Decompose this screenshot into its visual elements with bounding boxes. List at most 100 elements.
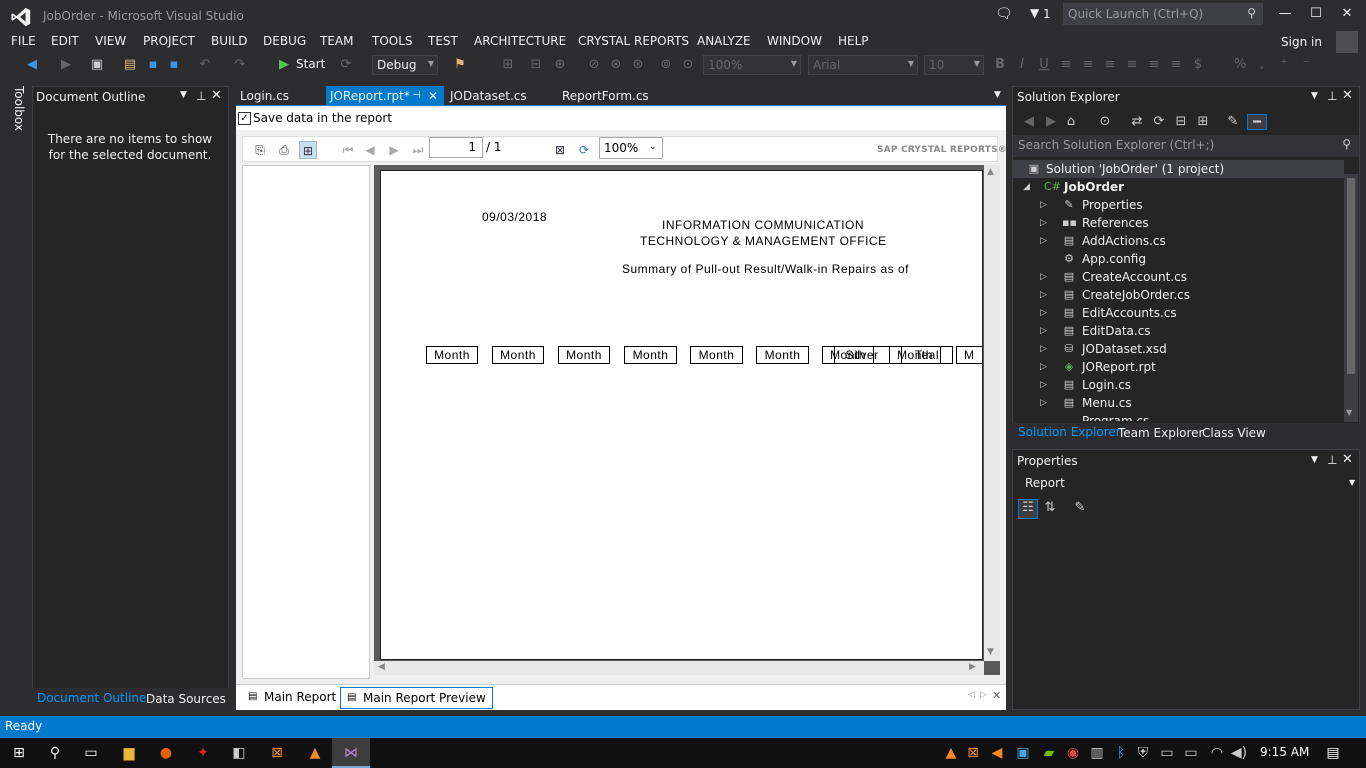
zoom-select[interactable]: 100% ⌄ (599, 137, 663, 159)
tray-vlc-icon[interactable]: ▲ (940, 743, 962, 763)
find-in-files-icon[interactable]: ⚑ (452, 57, 468, 73)
menu-file[interactable]: FILE (11, 32, 36, 50)
menu-help[interactable]: HELP (838, 32, 869, 50)
switch-views-icon[interactable]: ⇄ (1129, 114, 1145, 130)
quick-launch-input[interactable]: Quick Launch (Ctrl+Q) ⚲ (1063, 3, 1263, 25)
export-icon[interactable]: ⎘ (251, 141, 269, 159)
bluetooth-icon[interactable]: ᛒ (1110, 743, 1132, 763)
group-icon[interactable]: ⊟ (528, 57, 544, 73)
select-expert-icon[interactable]: ⊚ (658, 57, 674, 73)
properties-object-select[interactable]: Report ▼ (1013, 472, 1359, 494)
save-all-icon[interactable]: ▪ (166, 57, 182, 73)
close-window-button[interactable]: ✕ (1332, 4, 1362, 24)
back-icon[interactable]: ◀ (1021, 114, 1037, 130)
pin-icon[interactable]: ⊥ (1327, 89, 1337, 103)
menu-project[interactable]: PROJECT (143, 32, 195, 50)
windows-start-icon[interactable]: ⊞ (8, 743, 30, 763)
scroll-right-icon[interactable]: ▶ (969, 662, 976, 672)
media-icon[interactable]: ◧ (228, 743, 250, 763)
scroll-left-icon[interactable]: ◀ (378, 662, 385, 672)
tab-main-report-preview[interactable]: ▤ Main Report Preview (340, 687, 493, 709)
pin-icon[interactable]: ⊥ (1327, 453, 1337, 467)
align-center-icon[interactable]: ≡ (1080, 57, 1096, 73)
report-vertical-scrollbar[interactable]: ▲ ▼ (984, 165, 1000, 661)
solution-configuration-select[interactable]: Debug ▼ (372, 55, 438, 75)
tree-item[interactable]: Program.cs (1082, 412, 1149, 421)
minimize-button[interactable]: — (1270, 4, 1300, 24)
report-horizontal-scrollbar[interactable]: ◀ ▶ (374, 661, 984, 675)
project-node[interactable]: JobOrder (1064, 178, 1124, 196)
thousands-icon[interactable]: , (1254, 57, 1270, 73)
decrease-decimal-icon[interactable]: ⁻ (1298, 57, 1314, 73)
pin-icon[interactable]: ⊣ (412, 86, 421, 106)
tree-item[interactable]: References (1082, 214, 1149, 232)
tree-item[interactable]: AddActions.cs (1082, 232, 1166, 250)
tab-jodataset-cs[interactable]: JODataset.cs (446, 86, 546, 106)
menu-view[interactable]: VIEW (95, 32, 126, 50)
underline-icon[interactable]: U (1036, 57, 1052, 73)
filter-icon[interactable]: ⊛ (630, 57, 646, 73)
open-file-icon[interactable]: ▤ (122, 57, 138, 73)
property-pages-icon[interactable]: ✎ (1072, 500, 1088, 516)
firefox-icon[interactable]: ● (155, 743, 177, 763)
show-all-files-icon[interactable]: ⊞ (1195, 114, 1211, 130)
collapse-arrow-icon[interactable]: ▷ (1040, 304, 1047, 322)
account-avatar-icon[interactable] (1336, 31, 1358, 53)
sync-icon[interactable]: ⊙ (1097, 114, 1113, 130)
page-number-input[interactable]: 1 (429, 137, 483, 158)
italic-icon[interactable]: I (1014, 57, 1030, 73)
close-icon[interactable]: ✕ (1342, 88, 1353, 103)
collapse-arrow-icon[interactable]: ▷ (1040, 358, 1047, 376)
redo-icon[interactable]: ↷ (232, 57, 248, 73)
scroll-down-icon[interactable]: ▼ (987, 647, 994, 657)
search-icon[interactable]: ⚲ (44, 743, 66, 763)
tree-item[interactable]: CreateAccount.cs (1082, 268, 1187, 286)
month-column-header[interactable]: Month (558, 346, 610, 364)
stop-icon[interactable]: ⊠ (551, 141, 569, 159)
start-play-icon[interactable]: ▶ (276, 57, 292, 73)
tab-login-cs[interactable]: Login.cs (236, 86, 322, 106)
collapse-arrow-icon[interactable]: ▷ (1040, 394, 1047, 412)
tray-app-icon[interactable]: ◉ (1062, 743, 1084, 763)
menu-edit[interactable]: EDIT (51, 32, 79, 50)
menu-tools[interactable]: TOOLS (372, 32, 413, 50)
tree-item[interactable]: App.config (1082, 250, 1146, 268)
collapse-arrow-icon[interactable]: ▷ (1040, 322, 1047, 340)
tray-monitor-icon[interactable]: ▭ (1156, 743, 1178, 763)
task-view-icon[interactable]: ▭ (80, 743, 102, 763)
tab-main-report[interactable]: ▤ Main Report (242, 687, 342, 709)
save-data-checkbox[interactable]: ✓ (238, 112, 251, 125)
tab-team-explorer[interactable]: Team Explorer (1118, 426, 1204, 440)
collapse-arrow-icon[interactable]: ▷ (1040, 340, 1047, 358)
toolbox-tab[interactable]: Toolbox (2, 86, 26, 131)
previous-page-icon[interactable]: ◀ (361, 141, 379, 159)
month-column-header[interactable]: Month (624, 346, 677, 364)
sort-icon[interactable]: ⊗ (608, 57, 624, 73)
collapse-arrow-icon[interactable]: ▷ (1040, 232, 1047, 250)
volume-icon[interactable]: ◀) (1228, 743, 1250, 763)
visual-studio-taskbar-button[interactable]: ⋈ (332, 738, 370, 768)
next-page-icon[interactable]: ▶ (385, 141, 403, 159)
highlight-icon[interactable]: ⊙ (680, 57, 696, 73)
maximize-button[interactable]: ☐ (1301, 4, 1331, 24)
categorized-icon[interactable]: ☷ (1018, 499, 1038, 519)
forward-icon[interactable]: ▶ (58, 57, 74, 73)
month-column-header[interactable]: Month (690, 346, 743, 364)
tab-class-view[interactable]: Class View (1202, 426, 1266, 440)
month-column-header[interactable]: Month (426, 346, 478, 364)
tray-device-icon[interactable]: ▥ (1086, 743, 1108, 763)
border-icon[interactable]: ≡ (1146, 57, 1162, 73)
collapse-arrow-icon[interactable]: ▷ (1040, 196, 1047, 214)
justify-icon[interactable]: ≡ (1124, 57, 1140, 73)
font-name-select[interactable]: Arial ▼ (808, 55, 918, 75)
properties-wrench-icon[interactable]: ✎ (1225, 114, 1241, 130)
menu-window[interactable]: WINDOW (767, 32, 822, 50)
tray-xampp-icon[interactable]: ⊠ (962, 743, 984, 763)
tree-item[interactable]: JOReport.rpt (1082, 358, 1156, 376)
chevron-down-icon[interactable]: ▼ (1311, 455, 1318, 465)
menu-debug[interactable]: DEBUG (263, 32, 306, 50)
forward-icon[interactable]: ▶ (1043, 114, 1059, 130)
tab-joreport-rpt[interactable]: JOReport.rpt* ⊣ ✕ (326, 86, 444, 106)
defender-shield-icon[interactable]: ⛨ (1132, 743, 1154, 763)
wifi-icon[interactable]: ◠ (1206, 743, 1228, 763)
